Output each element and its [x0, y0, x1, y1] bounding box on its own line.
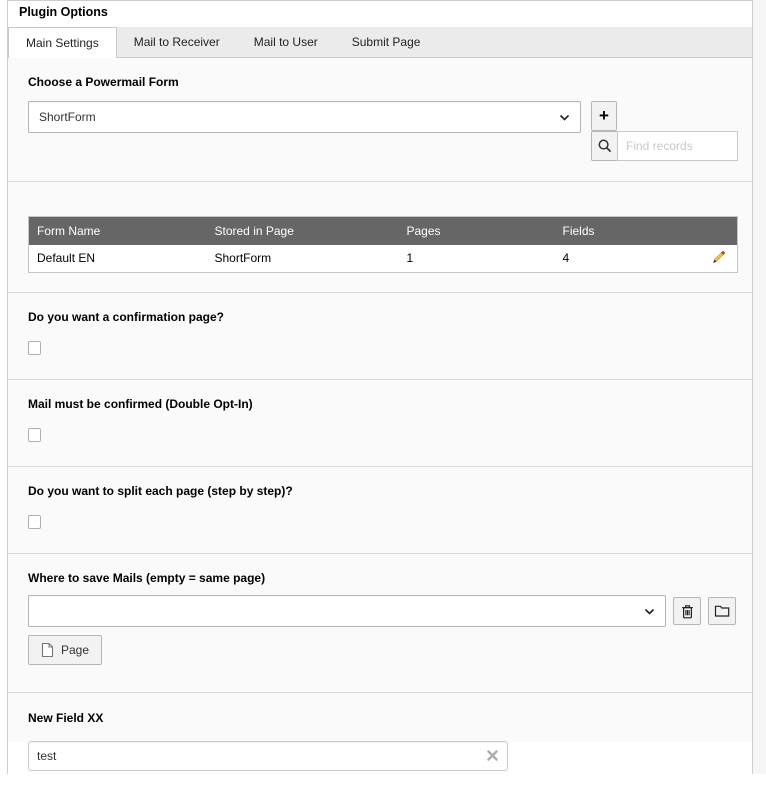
- page-title: Plugin Options: [19, 5, 752, 19]
- table-header-row: Form Name Stored in Page Pages Fields: [29, 217, 738, 245]
- clear-selection-button[interactable]: [673, 597, 701, 625]
- tab-submit-page[interactable]: Submit Page: [335, 27, 438, 57]
- col-pages: Pages: [399, 217, 555, 245]
- cell-pages: 1: [399, 245, 555, 273]
- tab-label: Mail to Receiver: [134, 35, 220, 49]
- split-pages-label: Do you want to split each page (step by …: [28, 484, 740, 498]
- tab-bar: Main Settings Mail to Receiver Mail to U…: [8, 27, 752, 58]
- cell-stored-in-page: ShortForm: [207, 245, 399, 273]
- clear-input-button[interactable]: [486, 749, 499, 762]
- cell-form-name: Default EN: [29, 245, 207, 273]
- plugin-options-panel: Plugin Options Main Settings Mail to Rec…: [7, 0, 753, 774]
- search-icon: [597, 138, 613, 154]
- double-opt-in-label: Mail must be confirmed (Double Opt-In): [28, 397, 740, 411]
- tab-label: Main Settings: [26, 36, 99, 50]
- find-records-input[interactable]: [617, 131, 738, 161]
- powermail-form-select[interactable]: ShortForm: [28, 101, 581, 133]
- section-double-opt-in: Mail must be confirmed (Double Opt-In): [8, 380, 752, 467]
- confirmation-page-checkbox[interactable]: [28, 341, 41, 355]
- section-new-field: New Field XX: [8, 693, 752, 791]
- select-value: ShortForm: [39, 110, 96, 124]
- tab-mail-to-receiver[interactable]: Mail to Receiver: [117, 27, 237, 57]
- section-save-mails: Where to save Mails (empty = same page): [8, 554, 752, 693]
- find-records-group: [591, 131, 738, 161]
- col-stored-in-page: Stored in Page: [207, 217, 399, 245]
- plus-icon: +: [599, 106, 609, 126]
- section-forms-table: Form Name Stored in Page Pages Fields De…: [8, 182, 752, 293]
- table-row: Default EN ShortForm 1 4: [29, 245, 738, 273]
- cell-actions: [693, 245, 738, 273]
- pencil-icon: [712, 249, 727, 264]
- save-mails-select[interactable]: [28, 595, 666, 627]
- save-mails-label: Where to save Mails (empty = same page): [28, 571, 740, 585]
- browse-pages-button[interactable]: [708, 597, 736, 625]
- col-fields: Fields: [555, 217, 693, 245]
- cell-fields: 4: [555, 245, 693, 273]
- tab-mail-to-user[interactable]: Mail to User: [237, 27, 335, 57]
- choose-form-label: Choose a Powermail Form: [28, 75, 740, 89]
- new-field-input[interactable]: [28, 741, 508, 771]
- forms-table: Form Name Stored in Page Pages Fields De…: [28, 216, 738, 273]
- add-record-button[interactable]: +: [591, 101, 617, 131]
- tab-label: Submit Page: [352, 35, 421, 49]
- new-field-label: New Field XX: [28, 711, 740, 725]
- confirmation-page-label: Do you want a confirmation page?: [28, 310, 740, 324]
- chevron-down-icon: [644, 608, 655, 616]
- chevron-down-icon: [559, 114, 570, 122]
- tab-main-settings[interactable]: Main Settings: [8, 27, 117, 58]
- split-pages-checkbox[interactable]: [28, 515, 41, 529]
- double-opt-in-checkbox[interactable]: [28, 428, 41, 442]
- edit-record-button[interactable]: [712, 249, 727, 264]
- trash-icon: [680, 603, 695, 619]
- tab-label: Mail to User: [254, 35, 318, 49]
- page-icon: [41, 642, 54, 658]
- page-button[interactable]: Page: [28, 635, 102, 665]
- col-form-name: Form Name: [29, 217, 207, 245]
- tab-content: Choose a Powermail Form ShortForm +: [8, 58, 752, 742]
- section-split-pages: Do you want to split each page (step by …: [8, 467, 752, 554]
- page-button-label: Page: [61, 643, 89, 657]
- close-icon: [486, 749, 499, 762]
- col-actions: [693, 217, 738, 245]
- page-background-strip: [753, 0, 766, 774]
- section-confirmation-page: Do you want a confirmation page?: [8, 293, 752, 380]
- folder-icon: [714, 604, 730, 618]
- section-choose-form: Choose a Powermail Form ShortForm +: [8, 58, 752, 182]
- search-button[interactable]: [591, 131, 618, 161]
